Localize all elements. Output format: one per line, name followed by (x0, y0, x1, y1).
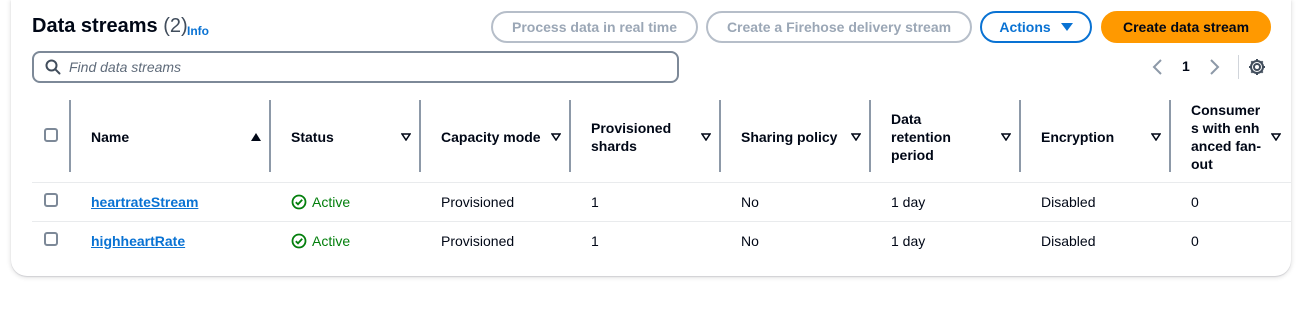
check-circle-icon (291, 233, 307, 249)
row-select-cell (32, 182, 71, 222)
previous-page-button[interactable] (1150, 55, 1166, 79)
column-header-name[interactable]: Name (71, 92, 271, 183)
column-header-label: Encryption (1041, 128, 1115, 145)
table-row[interactable]: heartrateStream Active Provisioned 1 No … (32, 182, 1291, 222)
create-firehose-button[interactable]: Create a Firehose delivery stream (706, 11, 972, 43)
row-select-cell (32, 221, 71, 260)
column-header-label: Sharing policy (741, 128, 838, 145)
status-indicator: Active (291, 194, 411, 210)
stream-name-link[interactable]: heartrateStream (91, 194, 198, 210)
column-header-sharing-policy[interactable]: Sharing policy (721, 92, 871, 183)
sort-icon (401, 133, 411, 141)
column-header-capacity-mode[interactable]: Capacity mode (421, 92, 571, 183)
cell-encryption: Disabled (1041, 232, 1096, 249)
column-header-status[interactable]: Status (271, 92, 421, 183)
search-icon (45, 59, 61, 75)
column-header-consumers[interactable]: Consumers with enhanced fan-out (1171, 92, 1291, 183)
sort-icon (551, 133, 561, 141)
search-field[interactable] (32, 51, 679, 83)
table-row[interactable]: highheartRate Active Provisioned 1 No 1 … (32, 221, 1291, 260)
actions-dropdown-button[interactable]: Actions (980, 11, 1092, 43)
data-streams-table: Name Status Capacity mode Provisioned sh… (32, 92, 1291, 260)
cell-name: heartrateStream (71, 182, 271, 222)
status-indicator: Active (291, 233, 411, 249)
info-link[interactable]: Info (187, 24, 209, 38)
column-header-encryption[interactable]: Encryption (1021, 92, 1171, 183)
table-header-row: Name Status Capacity mode Provisioned sh… (32, 92, 1291, 183)
caret-down-icon (1060, 23, 1073, 31)
cell-status: Active (271, 221, 421, 260)
sort-icon (1001, 133, 1011, 141)
chevron-right-icon (1210, 59, 1220, 75)
sort-icon (701, 133, 711, 141)
pagination-divider (1238, 55, 1239, 79)
cell-encryption: Disabled (1021, 182, 1171, 222)
chevron-left-icon (1152, 59, 1162, 75)
page-number[interactable]: 1 (1182, 58, 1190, 74)
status-text: Active (312, 232, 351, 249)
create-data-stream-button[interactable]: Create data stream (1101, 11, 1271, 43)
gear-icon (1249, 59, 1265, 75)
cell-capacity-mode: Provisioned (421, 182, 571, 222)
cell-sharing-policy: No (721, 182, 871, 222)
next-page-button[interactable] (1206, 55, 1222, 79)
stream-name-link[interactable]: highheartRate (91, 233, 185, 249)
stream-count: (2) (163, 15, 188, 37)
cell-shards: 1 (591, 232, 599, 249)
status-text: Active (312, 193, 351, 210)
sort-ascending-icon (251, 132, 261, 141)
title-text: Data streams (32, 15, 158, 37)
data-streams-panel: Data streams (2) Info Process data in re… (11, 0, 1291, 276)
column-header-provisioned-shards[interactable]: Provisioned shards (571, 92, 721, 183)
column-header-label: Capacity mode (441, 128, 541, 145)
cell-capacity-mode: Provisioned (441, 232, 515, 249)
actions-label: Actions (999, 19, 1051, 35)
sort-icon (1151, 133, 1161, 141)
check-circle-icon (291, 194, 307, 209)
column-header-label: Name (91, 128, 130, 145)
cell-retention: 1 day (891, 232, 926, 249)
cell-shards: 1 (571, 182, 721, 222)
column-header-label: Status (291, 128, 334, 145)
cell-retention: 1 day (871, 182, 1021, 222)
row-checkbox[interactable] (44, 232, 58, 247)
page-title: Data streams (2) (32, 15, 188, 38)
cell-status: Active (271, 182, 421, 222)
column-header-label: Provisioned shards (591, 119, 672, 154)
sort-icon (851, 133, 861, 141)
cell-consumers: 0 (1191, 232, 1199, 249)
sort-icon (1271, 133, 1281, 141)
row-checkbox[interactable] (44, 193, 58, 207)
process-realtime-button[interactable]: Process data in real time (491, 11, 698, 43)
column-header-data-retention[interactable]: Data retention period (871, 92, 1021, 183)
cell-name: highheartRate (71, 221, 271, 260)
cell-sharing-policy: No (741, 232, 759, 249)
preferences-button[interactable] (1247, 57, 1267, 82)
column-header-label: Consumers with enhanced fan-out (1191, 101, 1262, 172)
select-all-checkbox[interactable] (44, 127, 58, 142)
cell-consumers: 0 (1171, 182, 1291, 222)
search-input[interactable] (69, 59, 629, 75)
column-header-label: Data retention period (891, 110, 951, 163)
header-select-cell (32, 92, 71, 183)
